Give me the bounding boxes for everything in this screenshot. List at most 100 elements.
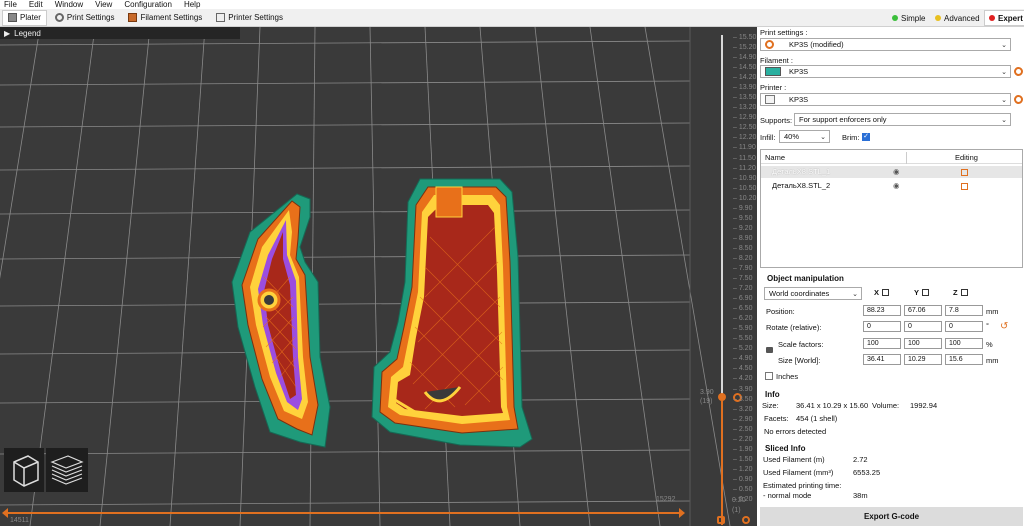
- layer-tick-label: – 0.50: [733, 485, 753, 493]
- layer-tick-label: – 7.50: [733, 275, 753, 283]
- info-facets-value: 454 (1 shell): [796, 414, 838, 423]
- menu-view[interactable]: View: [95, 0, 112, 9]
- filament-combo[interactable]: KP3S ⌄: [760, 65, 1011, 78]
- used-filament-m-label: Used Filament (m): [763, 455, 825, 464]
- layer-tick-label: – 15.20: [733, 44, 757, 52]
- left-thumb-icon[interactable]: [2, 508, 8, 518]
- filament-edit-gear-icon[interactable]: [1014, 67, 1023, 76]
- tab-plater[interactable]: Plater: [2, 9, 47, 26]
- layer-tick-label: – 7.20: [733, 285, 753, 293]
- axis-y-label: Y: [914, 288, 920, 297]
- menu-edit[interactable]: Edit: [29, 0, 43, 9]
- rotate-y-field[interactable]: 0: [904, 321, 942, 332]
- view-3d-icon[interactable]: [4, 448, 44, 492]
- list-item[interactable]: ДетальX8.STL_1 ◉: [761, 166, 1022, 178]
- layer-tick-label: – 10.90: [733, 174, 757, 182]
- tab-filament-settings[interactable]: Filament Settings: [122, 10, 208, 26]
- edit-icon[interactable]: [961, 183, 968, 190]
- list-item[interactable]: ДетальX8.STL_2 ◉: [761, 180, 1022, 192]
- layer-tick-label: – 2.50: [733, 425, 753, 433]
- view-layers-icon[interactable]: [46, 448, 88, 492]
- mode-advanced[interactable]: Advanced: [931, 9, 984, 27]
- export-gcode-label: Export G-code: [863, 512, 920, 521]
- lock-scale-icon[interactable]: [766, 347, 773, 353]
- infill-combo[interactable]: 40% ⌄: [779, 130, 830, 143]
- position-x-field[interactable]: 88.23: [863, 305, 901, 316]
- supports-combo[interactable]: For support enforcers only ⌄: [794, 113, 1011, 126]
- menu-help[interactable]: Help: [184, 0, 200, 9]
- simple-dot-icon: [892, 15, 898, 21]
- tab-filament-settings-label: Filament Settings: [140, 13, 203, 22]
- layer-tick-label: – 8.50: [733, 244, 753, 252]
- lock-icon[interactable]: [717, 516, 725, 524]
- printer-icon: [765, 95, 775, 104]
- used-filament-m-value: 2.72: [853, 455, 868, 464]
- layer-tick-label: – 13.20: [733, 104, 757, 112]
- size-z-field[interactable]: 15.6: [945, 354, 983, 365]
- sliced-part-2: [371, 178, 533, 448]
- layer-tick-label: – 1.90: [733, 445, 753, 453]
- position-z-field[interactable]: 7.8: [945, 305, 983, 316]
- layer-tick-label: – 10.50: [733, 184, 757, 192]
- eye-icon[interactable]: ◉: [893, 180, 900, 192]
- info-size-value: 36.41 x 10.29 x 15.60: [796, 401, 869, 410]
- layer-tick-label: – 9.50: [733, 214, 753, 222]
- layer-tick-label: – 11.90: [733, 144, 756, 152]
- layer-tick-label: – 12.50: [733, 124, 757, 132]
- supports-value: For support enforcers only: [799, 115, 887, 124]
- menu-file[interactable]: File: [4, 0, 17, 9]
- info-facets-label: Facets:: [764, 414, 789, 423]
- chevron-down-icon: ⌄: [1001, 69, 1007, 76]
- layer-tick-label: – 6.90: [733, 295, 753, 303]
- rotate-x-field[interactable]: 0: [863, 321, 901, 332]
- layer-tick-label: – 5.20: [733, 345, 753, 353]
- filament-color-swatch: [765, 67, 781, 76]
- tab-printer-settings[interactable]: Printer Settings: [210, 10, 289, 26]
- layer-tick-label: – 14.90: [733, 54, 757, 62]
- 3d-viewport[interactable]: ▶ Legend: [0, 27, 757, 526]
- export-gcode-button[interactable]: Export G-code: [760, 507, 1023, 526]
- advanced-dot-icon: [935, 15, 941, 21]
- right-thumb-icon[interactable]: [679, 508, 685, 518]
- scale-y-field[interactable]: 100: [904, 338, 942, 349]
- upper-thumb-icon[interactable]: [718, 393, 726, 401]
- upper-layer: (19): [700, 398, 713, 405]
- edit-icon[interactable]: [961, 169, 968, 176]
- scale-unit: %: [986, 340, 993, 349]
- move-slider[interactable]: 14511 15292: [0, 496, 690, 526]
- position-y-field[interactable]: 67.06: [904, 305, 942, 316]
- expert-dot-icon: [989, 15, 995, 21]
- chevron-down-icon: ⌄: [820, 134, 826, 141]
- menu-configuration[interactable]: Configuration: [124, 0, 172, 9]
- mode-simple[interactable]: Simple: [888, 9, 929, 27]
- size-y-field[interactable]: 10.29: [904, 354, 942, 365]
- printer-edit-gear-icon[interactable]: [1014, 95, 1023, 104]
- layer-tick-label: – 6.50: [733, 305, 753, 313]
- menu-window[interactable]: Window: [55, 0, 83, 9]
- coordinates-combo[interactable]: World coordinates ⌄: [764, 287, 862, 300]
- header-editing: Editing: [955, 153, 978, 162]
- filament-label: Filament :: [760, 56, 793, 65]
- axis-x-label: X: [874, 288, 880, 297]
- normal-mode-label: - normal mode: [763, 491, 812, 500]
- print-settings-combo[interactable]: KP3S (modified) ⌄: [760, 38, 1011, 51]
- rotate-z-field[interactable]: 0: [945, 321, 983, 332]
- scale-z-field[interactable]: 100: [945, 338, 983, 349]
- object-list[interactable]: Name Editing ДетальX8.STL_1 ◉ ДетальX8.S…: [760, 149, 1023, 268]
- brim-label: Brim:: [842, 133, 860, 142]
- mode-expert[interactable]: Expert: [984, 10, 1024, 26]
- tab-print-settings[interactable]: Print Settings: [49, 10, 121, 26]
- layer-tick-label: – 1.50: [733, 455, 753, 463]
- scale-x-field[interactable]: 100: [863, 338, 901, 349]
- sliced-info-title: Sliced Info: [765, 444, 806, 453]
- reset-rotation-icon[interactable]: ↺: [1000, 321, 1008, 332]
- brim-checkbox[interactable]: ✓: [862, 133, 870, 141]
- cog-icon[interactable]: [742, 516, 750, 524]
- layer-tick-label: – 7.90: [733, 265, 753, 272]
- inches-checkbox[interactable]: [765, 372, 773, 380]
- layer-tick-label: – 5.90: [733, 325, 753, 333]
- printer-combo[interactable]: KP3S ⌄: [760, 93, 1011, 106]
- layer-tick-label: – 12.90: [733, 114, 757, 122]
- size-x-field[interactable]: 36.41: [863, 354, 901, 365]
- eye-icon[interactable]: ◉: [893, 166, 900, 178]
